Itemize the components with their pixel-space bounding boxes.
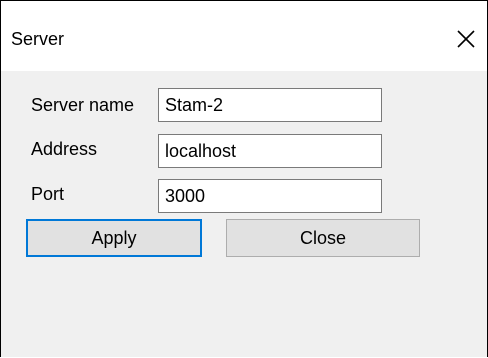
address-label: Address [31,139,98,159]
dialog-body: Server name Address Port Apply Close [1,71,487,357]
title-bar: Server [1,1,487,71]
server-name-label: Server name [31,95,135,115]
close-icon[interactable] [454,27,478,51]
port-label: Port [31,184,65,204]
server-name-input[interactable] [158,88,382,122]
close-button[interactable]: Close [226,219,420,257]
window-title: Server [11,29,65,49]
port-input[interactable] [158,179,382,213]
apply-button[interactable]: Apply [26,219,202,257]
server-dialog: Server Server name Address Port Apply Cl… [0,0,488,357]
address-input[interactable] [158,134,382,168]
